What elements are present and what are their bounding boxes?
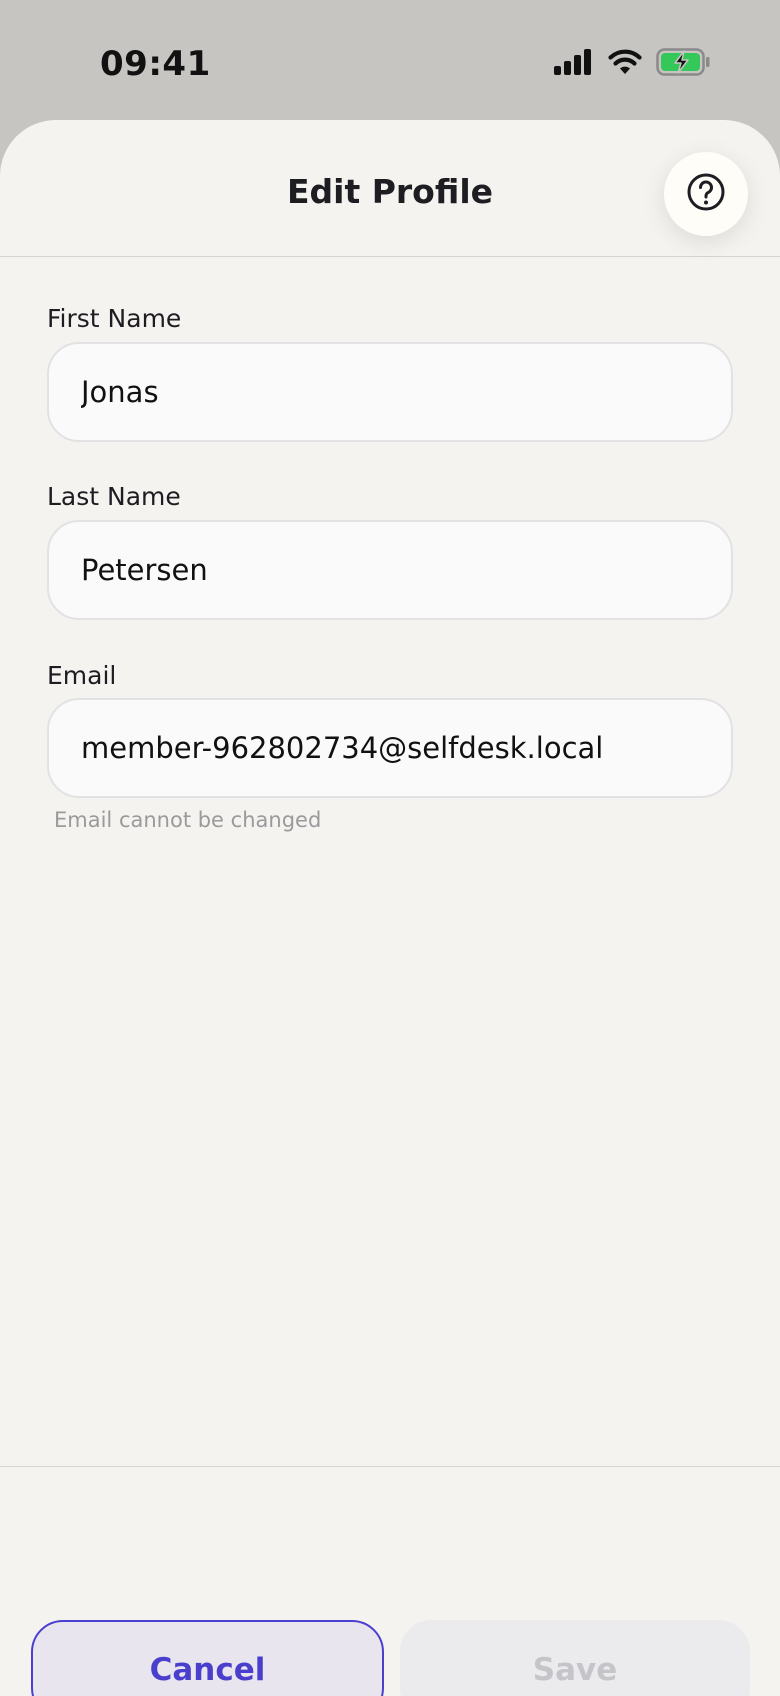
last-name-input[interactable] bbox=[47, 520, 733, 620]
footer-actions: Cancel Save bbox=[0, 1466, 780, 1696]
cellular-signal-icon bbox=[554, 49, 594, 80]
battery-charging-icon bbox=[656, 48, 710, 81]
email-label: Email bbox=[47, 661, 117, 690]
status-time: 09:41 bbox=[100, 44, 211, 84]
last-name-label: Last Name bbox=[47, 482, 181, 511]
email-helper-text: Email cannot be changed bbox=[54, 808, 322, 832]
save-button[interactable]: Save bbox=[400, 1620, 750, 1696]
page-title: Edit Profile bbox=[286, 172, 494, 211]
status-bar: 09:41 bbox=[0, 0, 780, 120]
sheet-header: Edit Profile bbox=[0, 120, 780, 257]
wifi-icon bbox=[608, 49, 642, 80]
question-circle-icon bbox=[686, 172, 726, 217]
first-name-input[interactable] bbox=[47, 342, 733, 442]
edit-profile-sheet: Edit Profile First Name Last Name Email … bbox=[0, 120, 780, 1696]
email-field[interactable] bbox=[47, 698, 733, 798]
status-icons bbox=[554, 48, 710, 81]
cancel-button[interactable]: Cancel bbox=[31, 1620, 384, 1696]
help-button[interactable] bbox=[664, 152, 748, 236]
first-name-label: First Name bbox=[47, 304, 182, 333]
